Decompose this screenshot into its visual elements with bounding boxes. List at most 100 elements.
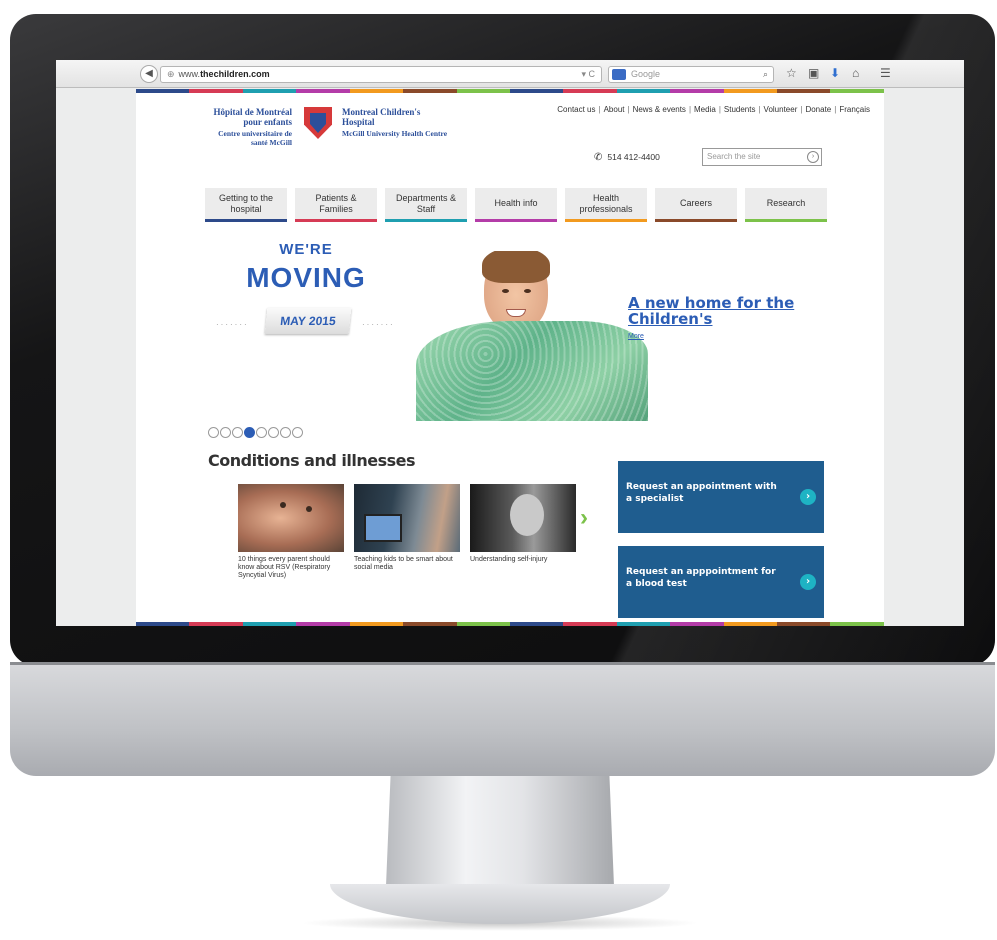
cta-specialist-appointment[interactable]: Request an appointment with a specialist… [618,461,824,533]
hero-date: MAY 2015 [264,308,352,334]
home-icon[interactable]: ⌂ [852,65,859,81]
web-page: Hôpital de Montréal pour enfants Centre … [136,89,884,626]
stripe-segment [349,89,404,93]
utility-link[interactable]: Français [839,105,870,114]
phone-icon: ✆ [594,152,603,163]
utility-link[interactable]: Students [724,105,756,114]
stripe-segment [563,89,617,93]
card-image-laptop[interactable] [354,484,460,552]
link-separator: | [758,105,761,114]
nav-item[interactable]: Patients & Families [295,188,377,222]
carousel-dot[interactable] [292,427,303,438]
globe-icon: ⊕ [167,69,175,79]
clipboard-icon[interactable]: ▣ [808,65,819,81]
search-engine-icon[interactable] [612,69,626,80]
hero-banner-text[interactable]: WE'RE MOVING ······· MAY 2015 ······· [206,241,406,334]
bubble-wrap [416,321,648,421]
card-image-baby[interactable] [238,484,344,552]
menu-icon[interactable]: ☰ [880,65,891,81]
stripe-segment [616,89,671,93]
utility-link[interactable]: Donate [805,105,831,114]
stripe-segment [136,89,190,93]
phone-text: 514 412-4400 [607,152,660,162]
stripe-segment [403,89,457,93]
card-caption[interactable]: Understanding self-injury [470,556,576,564]
url-prefix: www. [178,69,201,79]
hero-more-link[interactable]: More [628,333,644,340]
shield-logo-icon[interactable] [304,107,332,139]
card-caption[interactable]: Teaching kids to be smart about social m… [354,556,460,572]
address-bar[interactable]: ⊕ www.thechildren.com ▾ C [160,66,602,83]
stripe-segment [563,622,617,626]
hero-moving: MOVING [246,262,366,293]
logo-fr-sub: Centre universitaire de santé McGill [218,129,292,147]
link-separator: | [834,105,837,114]
nav-item[interactable]: Health info [475,188,557,222]
ribbon-dots-left: ······· [216,320,249,329]
carousel-dot[interactable] [280,427,291,438]
photo-scene: ◀ ⊕ www.thechildren.com ▾ C Google ⌕ ☆ ▣ … [0,0,997,940]
nav-item[interactable]: Careers [655,188,737,222]
download-icon[interactable]: ⬇ [830,65,840,81]
cta-label: Request an appointment with a specialist [626,482,777,504]
utility-link[interactable]: About [604,105,625,114]
stripe-segment [509,89,564,93]
cta-label: Request an apppointment for a blood test [626,567,776,589]
site-search-button[interactable]: › [807,151,819,163]
browser-toolbar: ◀ ⊕ www.thechildren.com ▾ C Google ⌕ ☆ ▣ … [56,60,964,88]
carousel-dot[interactable] [232,427,243,438]
boy-hair [482,251,550,283]
condition-card[interactable]: Understanding self-injury [470,484,576,564]
carousel-dot[interactable] [208,427,219,438]
carousel-dot[interactable] [268,427,279,438]
logo-english[interactable]: Montreal Children's Hospital McGill Univ… [342,107,452,138]
stripe-segment [349,622,404,626]
nav-item[interactable]: Departments & Staff [385,188,467,222]
link-separator: | [800,105,803,114]
conditions-heading: Conditions and illnesses [208,451,416,470]
cta-blood-test-appointment[interactable]: Request an apppointment for a blood test… [618,546,824,618]
utility-link[interactable]: Volunteer [764,105,798,114]
stripe-segment [830,622,884,626]
utility-link[interactable]: Contact us [557,105,595,114]
logo-fr-name: Hôpital de Montréal pour enfants [213,107,293,127]
carousel-dot[interactable] [244,427,255,438]
nav-item[interactable]: Getting to the hospital [205,188,287,222]
hero-headline-link[interactable]: A new home for the Children's [628,295,808,327]
ribbon-dots-right: ······· [362,320,395,329]
logo-french[interactable]: Hôpital de Montréal pour enfants Centre … [202,107,293,147]
site-search-input[interactable]: Search the site › [702,148,822,166]
utility-link[interactable]: Media [694,105,716,114]
monitor-stand-neck [386,776,614,886]
nav-item[interactable]: Research [745,188,827,222]
hero-photo-boy[interactable] [416,251,648,421]
chin-edge [10,662,995,665]
url-host: thechildren.com [200,69,270,79]
condition-card[interactable]: 10 things every parent should know about… [238,484,344,580]
stripe-segment [242,89,297,93]
stripe-segment [723,622,778,626]
back-arrow-icon[interactable]: ◀ [140,65,158,83]
stripe-segment [136,622,190,626]
carousel-next-chevron-icon[interactable]: › [580,504,588,532]
link-separator: | [718,105,721,114]
utility-link[interactable]: News & events [633,105,686,114]
stripe-segment [616,622,671,626]
hero-date-ribbon: ······· MAY 2015 ······· [206,308,406,334]
star-icon[interactable]: ☆ [786,65,797,81]
search-icon[interactable]: ⌕ [763,67,768,82]
nav-item[interactable]: Health professionals [565,188,647,222]
carousel-dot[interactable] [256,427,267,438]
stripe-segment [723,89,778,93]
card-caption[interactable]: 10 things every parent should know about… [238,556,344,580]
reload-icon[interactable]: ▾ C [581,67,595,82]
carousel-dot[interactable] [220,427,231,438]
browser-search-input[interactable]: Google ⌕ [608,66,774,83]
stripe-segment [296,622,350,626]
stripe-segment [830,89,884,93]
stripe-segment [509,622,564,626]
stripe-segment [670,89,724,93]
card-image-teen[interactable] [470,484,576,552]
condition-card[interactable]: Teaching kids to be smart about social m… [354,484,460,572]
link-separator: | [627,105,630,114]
